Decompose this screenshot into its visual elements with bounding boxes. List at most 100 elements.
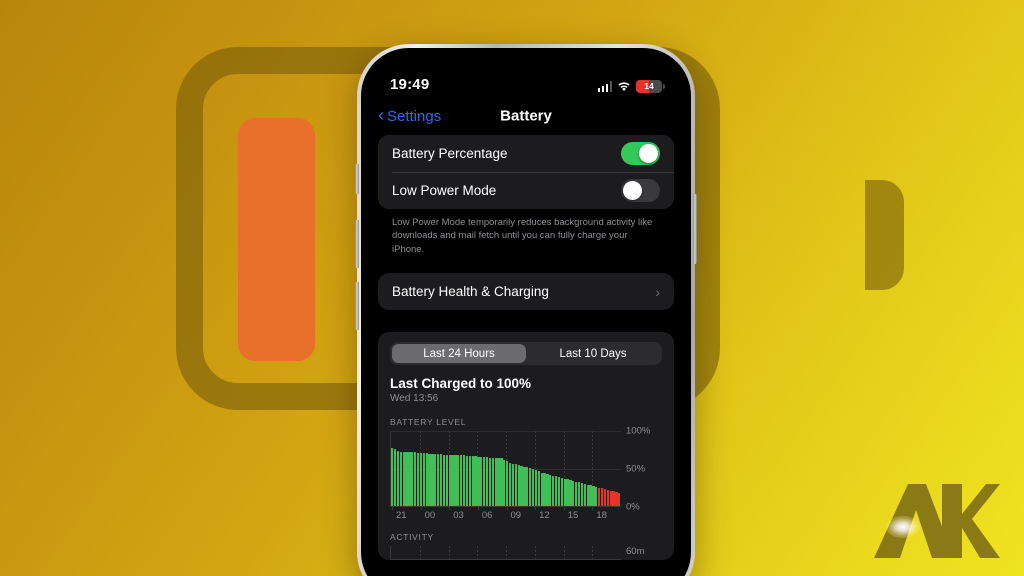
mute-button[interactable] [355,164,359,194]
chart-bar [534,469,538,507]
activity-y-label: 60m [626,546,645,558]
chart-bar [396,450,400,507]
battery-icon-cap [663,84,665,89]
activity-y-axis: 60m [626,546,662,560]
chart-bar [462,455,466,507]
status-bar: 19:49 14 [364,51,688,97]
chart-bar [445,454,448,507]
chart-bar [580,483,584,507]
battery-percentage-label: Battery Percentage [392,146,508,161]
ak-watermark-logo [868,474,1000,566]
y-axis-label: 100% [626,425,651,437]
vgridline [419,546,421,560]
iphone-device: 19:49 14 ‹ Settings Battery Battery Perc… [355,44,697,576]
back-to-settings-button[interactable]: ‹ Settings [378,106,442,125]
vgridline [592,546,594,560]
chart-bar [537,471,540,507]
battery-icon: 14 [636,80,665,93]
chart-bar [485,456,489,507]
vgridline [534,546,536,560]
x-axis-label: 18 [592,506,621,521]
page-title: Battery [500,107,552,125]
volume-up-button[interactable] [355,220,359,268]
power-button[interactable] [693,194,697,264]
chart-bar [437,453,440,507]
dynamic-island [476,58,576,84]
battery-level-y-axis: 100% 50% 0% [626,426,662,513]
chart-bar [506,461,509,507]
chart-bar [468,456,471,507]
chart-bar [416,453,420,507]
battery-percent-label: 14 [644,81,654,91]
chart-bar [598,487,601,507]
toggle-knob [623,181,642,200]
background-battery-fill [238,118,315,361]
chart-bar [422,453,425,507]
chart-bar [575,481,578,507]
logo-glow [886,516,920,538]
activity-caption: ACTIVITY [390,532,434,543]
activity-chart: 60m [390,546,662,561]
chart-bar [603,489,607,507]
segment-last-10-days[interactable]: Last 10 Days [526,344,660,363]
last-charged-block: Last Charged to 100% Wed 13:56 [390,376,662,404]
chart-bar [557,477,561,507]
last-charged-timestamp: Wed 13:56 [390,393,439,405]
chart-bar [577,482,581,507]
battery-health-label: Battery Health & Charging [392,284,549,300]
time-range-segmented-control[interactable]: Last 24 Hours Last 10 Days [390,342,662,366]
navigation-bar: ‹ Settings Battery [364,97,688,135]
settings-content: Battery Percentage Low Power Mode Low Po… [364,135,688,561]
battery-level-caption: BATTERY LEVEL [390,417,467,428]
device-screen: 19:49 14 ‹ Settings Battery Battery Perc… [364,51,688,576]
battery-toggles-card: Battery Percentage Low Power Mode [378,135,674,209]
chart-bar [511,463,515,507]
chevron-right-icon: › [655,283,660,300]
row-battery-health[interactable]: Battery Health & Charging › [378,273,674,310]
chart-bar [460,455,463,507]
background-battery-terminal [865,180,904,290]
low-power-mode-toggle[interactable] [621,179,660,202]
wifi-icon [617,81,631,92]
chart-bar [529,468,532,507]
y-axis-label: 50% [626,463,646,475]
battery-level-bars [391,431,621,507]
segment-last-24-hours[interactable]: Last 24 Hours [392,344,526,364]
low-power-mode-footnote: Low Power Mode temporarily reduces backg… [392,217,653,255]
chart-bar [483,456,486,507]
chart-bar [618,492,621,507]
x-axis-label: 03 [449,506,478,521]
battery-level-plot-area [390,431,621,508]
x-axis-label: 06 [477,506,507,521]
vgridline [563,546,565,560]
back-button-label: Settings [387,107,442,125]
device-bezel: 19:49 14 ‹ Settings Battery Battery Perc… [361,48,691,576]
signal-bars-icon [597,81,612,92]
chart-bar [583,483,586,507]
chart-bar [606,489,609,507]
status-bar-time: 19:49 [390,76,430,93]
battery-level-chart: 100% 50% 0% [390,426,662,513]
chart-bar [514,464,517,507]
battery-percentage-toggle[interactable] [621,142,660,165]
chart-bar [399,451,402,507]
x-axis-label: 21 [392,506,421,521]
volume-down-button[interactable] [355,282,359,330]
low-power-mode-label: Low Power Mode [392,183,497,198]
status-bar-indicators: 14 [597,80,665,93]
chart-bar [531,468,535,507]
chart-bar [508,462,512,507]
x-axis-label: 12 [535,506,564,521]
chart-bar [491,457,494,507]
vgridline [506,546,507,560]
chart-bar [393,448,397,507]
activity-plot-area [390,546,621,561]
row-low-power-mode[interactable]: Low Power Mode [378,172,674,209]
row-battery-percentage[interactable]: Battery Percentage [378,135,674,172]
chart-bar [391,447,394,507]
last-charged-title: Last Charged to 100% [390,376,532,392]
chart-bar [414,452,417,507]
battery-usage-card: Last 24 Hours Last 10 Days Last Charged … [378,332,674,561]
chart-bar [560,477,563,507]
battery-level-x-axis: 21 00 03 06 09 12 15 18 [390,506,662,521]
